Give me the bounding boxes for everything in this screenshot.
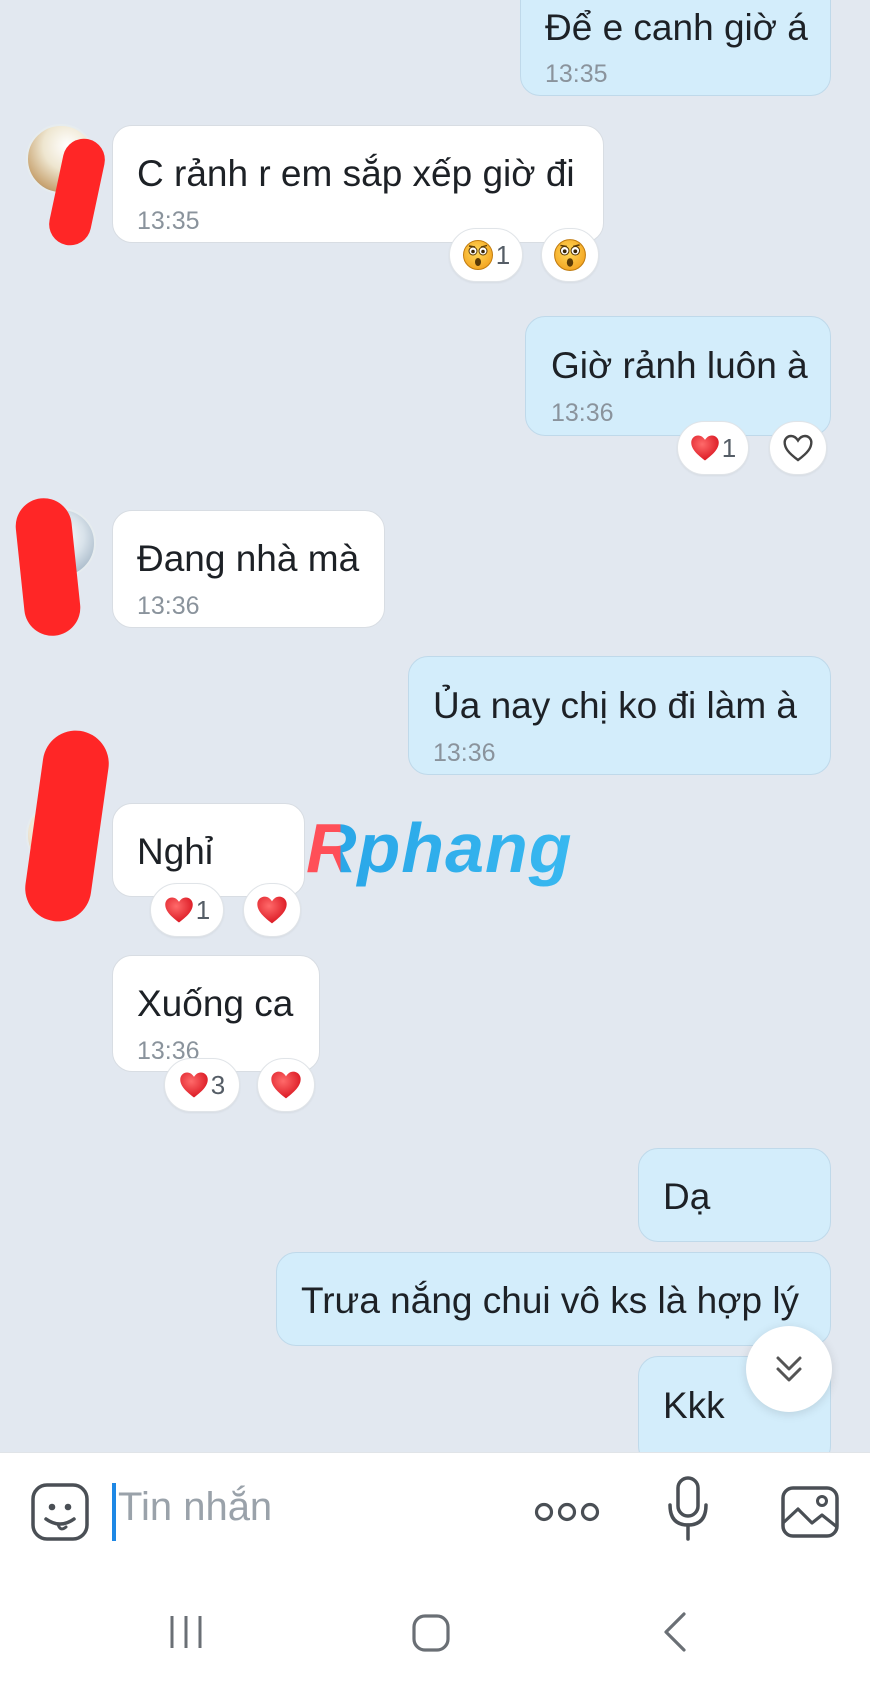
reaction-count: 1 <box>721 432 737 463</box>
message-text: Giờ rảnh luôn à <box>551 345 808 386</box>
received-message[interactable]: C rảnh r em sắp xếp giờ đi 13:35 <box>112 125 604 243</box>
message-text: Xuống ca <box>137 983 294 1024</box>
message-text: Để e canh giờ á <box>545 7 808 48</box>
reaction-summary[interactable]: 1 <box>150 883 224 937</box>
sent-message[interactable]: Trưa nắng chui vô ks là hợp lý <box>276 1252 831 1346</box>
heart-outline-icon <box>783 434 813 462</box>
more-icon[interactable] <box>534 1497 600 1527</box>
system-navigation-bar <box>0 1572 870 1684</box>
heart-icon <box>256 895 288 925</box>
message-text: Kkk <box>663 1385 725 1426</box>
chat-area[interactable]: Để e canh giờ á 13:35 C rảnh r em sắp xế… <box>0 0 870 1452</box>
heart-icon <box>690 434 720 462</box>
message-time: 13:36 <box>137 592 200 620</box>
reaction-summary[interactable]: 1 <box>677 421 749 475</box>
sticker-icon[interactable] <box>30 1482 90 1542</box>
text-caret <box>112 1483 116 1541</box>
microphone-icon[interactable] <box>666 1475 710 1543</box>
message-input[interactable]: Tin nhắn <box>118 1485 272 1530</box>
heart-icon <box>270 1070 302 1100</box>
received-message[interactable]: Đang nhà mà 13:36 <box>112 510 385 628</box>
received-message[interactable]: Xuống ca 13:36 <box>112 955 320 1072</box>
reaction-count: 1 <box>495 239 511 270</box>
message-time: 13:35 <box>545 60 608 88</box>
scroll-down-button[interactable] <box>746 1326 832 1412</box>
reaction-summary[interactable]: 3 <box>164 1058 240 1112</box>
back-icon[interactable] <box>658 1610 692 1654</box>
shocked-emoji-icon <box>462 239 494 271</box>
message-text: Trưa nắng chui vô ks là hợp lý <box>301 1280 800 1321</box>
recent-apps-icon[interactable] <box>166 1612 206 1652</box>
sent-message[interactable]: Ủa nay chị ko đi làm à 13:36 <box>408 656 831 775</box>
message-text: Dạ <box>663 1176 711 1217</box>
add-reaction-button[interactable] <box>243 883 301 937</box>
message-input-bar: Tin nhắn <box>0 1452 870 1573</box>
message-time: 13:36 <box>433 739 496 767</box>
sent-message[interactable]: Để e canh giờ á 13:35 <box>520 0 831 96</box>
watermark-logo: Rphang <box>306 809 573 887</box>
sent-message[interactable]: Giờ rảnh luôn à 13:36 <box>525 316 831 436</box>
message-text: Nghỉ <box>137 831 214 872</box>
shocked-emoji-icon <box>553 238 587 272</box>
heart-icon <box>164 896 194 924</box>
message-text: C rảnh r em sắp xếp giờ đi <box>137 153 575 194</box>
reaction-summary[interactable]: 1 <box>449 228 523 282</box>
reaction-count: 1 <box>195 894 211 925</box>
heart-icon <box>179 1071 209 1099</box>
message-text: Đang nhà mà <box>137 538 360 579</box>
message-time: 13:35 <box>137 207 200 235</box>
message-text: Ủa nay chị ko đi làm à <box>433 685 798 726</box>
home-icon[interactable] <box>410 1612 452 1654</box>
add-reaction-button[interactable] <box>257 1058 315 1112</box>
add-reaction-button[interactable] <box>541 228 599 282</box>
reaction-count: 3 <box>210 1069 226 1100</box>
scroll-down-icon <box>776 1356 802 1382</box>
sent-message[interactable]: Dạ <box>638 1148 831 1242</box>
message-time: 13:36 <box>551 399 614 427</box>
redaction-mark <box>20 726 114 926</box>
add-reaction-button[interactable] <box>769 421 827 475</box>
image-icon[interactable] <box>780 1485 840 1539</box>
